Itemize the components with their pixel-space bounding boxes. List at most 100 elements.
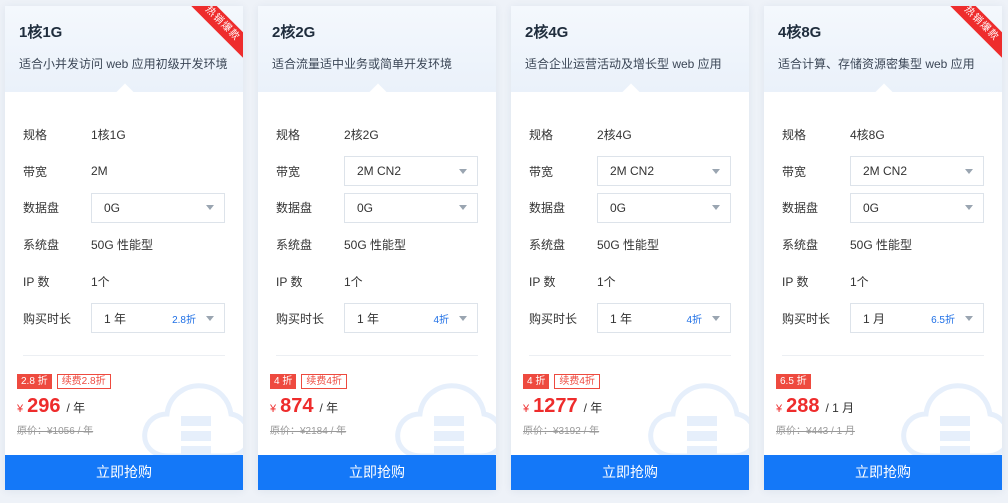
buy-now-button[interactable]: 立即抢购 [258, 455, 496, 490]
ip-label: IP 数 [276, 275, 303, 290]
system-disk-row: 系统盘 50G 性能型 [782, 226, 984, 263]
duration-discount: 6.5折 [931, 314, 955, 326]
data-disk-row: 数据盘 0G [529, 190, 731, 227]
price-unit: / 1 月 [825, 401, 855, 415]
discount-badge: 6.5 折 [776, 374, 811, 389]
ip-label: IP 数 [782, 275, 809, 290]
ip-label: IP 数 [23, 275, 50, 290]
spec-label: 规格 [782, 127, 807, 142]
ip-value: 1个 [91, 275, 110, 290]
spec-row: 规格 2核4G [529, 116, 731, 153]
duration-select[interactable]: 1 月 6.5折 [850, 303, 984, 334]
price-amount: 1277 [533, 395, 578, 417]
duration-label: 购买时长 [23, 311, 72, 326]
bandwidth-select[interactable]: 2M CN2 [344, 156, 478, 187]
bandwidth-value: 2M [91, 164, 108, 179]
price-amount: 296 [27, 395, 61, 417]
chevron-down-icon [712, 315, 720, 321]
ip-row: IP 数 1个 [23, 263, 225, 300]
price-amount: 288 [786, 395, 820, 417]
hot-ribbon: 热销爆款 [944, 6, 1002, 64]
tag-group: 2.8 折 续费2.8折 [17, 374, 111, 389]
currency-symbol: ¥ [17, 403, 24, 415]
currency-symbol: ¥ [776, 403, 783, 415]
duration-value: 1 年 [104, 311, 127, 326]
bandwidth-select[interactable]: 2M CN2 [850, 156, 984, 187]
spec-row: 规格 1核1G [23, 116, 225, 153]
system-disk-label: 系统盘 [529, 238, 566, 253]
card-header: 2核2G 适合流量适中业务或简单开发环境 [258, 6, 496, 101]
divider [529, 355, 731, 356]
data-disk-label: 数据盘 [276, 201, 313, 216]
original-price: 原价：¥3192 / 年 [523, 426, 600, 437]
data-disk-value: 0G [357, 200, 374, 215]
ribbon-label: 热销爆款 [944, 6, 1002, 63]
system-disk-value: 50G 性能型 [91, 238, 154, 253]
spec-row: 规格 4核8G [782, 116, 984, 153]
data-disk-select[interactable]: 0G [597, 192, 731, 223]
system-disk-label: 系统盘 [23, 238, 60, 253]
chevron-down-icon [965, 168, 973, 174]
card-header: 2核4G 适合企业运营活动及增长型 web 应用 [511, 6, 749, 101]
buy-now-button[interactable]: 立即抢购 [5, 455, 243, 490]
data-disk-value: 0G [610, 200, 627, 215]
bandwidth-row: 带宽 2M CN2 [782, 153, 984, 190]
duration-value: 1 年 [610, 311, 633, 326]
renew-badge: 续费4折 [554, 374, 600, 389]
duration-discount: 4折 [686, 314, 702, 326]
tag-group: 6.5 折 [776, 374, 855, 389]
ip-row: IP 数 1个 [276, 263, 478, 300]
duration-label: 购买时长 [529, 311, 578, 326]
ribbon-label: 热销爆款 [185, 6, 243, 63]
data-disk-select[interactable]: 0G [91, 192, 225, 223]
price-amount: 874 [280, 395, 314, 417]
divider [276, 355, 478, 356]
plan-card-1c1g: 1核1G 适合小并发访问 web 应用初级开发环境 热销爆款 规格 1核1G 带宽… [5, 6, 243, 490]
header-notch [116, 83, 134, 101]
spec-value: 2核2G [344, 127, 379, 142]
duration-discount: 2.8折 [172, 314, 196, 326]
data-disk-row: 数据盘 0G [23, 190, 225, 227]
chevron-down-icon [965, 205, 973, 211]
chevron-down-icon [965, 315, 973, 321]
duration-discount: 4折 [433, 314, 449, 326]
discount-badge: 2.8 折 [17, 374, 52, 389]
chevron-down-icon [459, 168, 467, 174]
data-disk-label: 数据盘 [529, 201, 566, 216]
ip-row: IP 数 1个 [782, 263, 984, 300]
duration-select[interactable]: 1 年 4折 [597, 303, 731, 334]
duration-select[interactable]: 1 年 2.8折 [91, 303, 225, 334]
data-disk-select[interactable]: 0G [850, 192, 984, 223]
discount-badge: 4 折 [270, 374, 297, 389]
buy-now-button[interactable]: 立即抢购 [511, 455, 749, 490]
bandwidth-label: 带宽 [529, 164, 554, 179]
spec-value: 4核8G [850, 127, 885, 142]
ip-value: 1个 [850, 275, 869, 290]
buy-now-button[interactable]: 立即抢购 [764, 455, 1002, 490]
spec-list: 规格 1核1G 带宽 2M 数据盘 0G 系统盘 50G 性能型 IP 数 1个 购买时… [23, 116, 225, 337]
original-price: 原价：¥2184 / 年 [270, 426, 347, 437]
price-unit: / 年 [583, 401, 603, 415]
ip-value: 1个 [344, 275, 363, 290]
duration-select[interactable]: 1 年 4折 [344, 303, 478, 334]
price-area: 4 折 续费4折 ¥ 1277 / 年 原价：¥3192 / 年 [523, 374, 602, 437]
bandwidth-row: 带宽 2M CN2 [529, 153, 731, 190]
bandwidth-value: 2M CN2 [863, 164, 908, 179]
hot-ribbon: 热销爆款 [185, 6, 243, 64]
bandwidth-value: 2M CN2 [610, 164, 655, 179]
duration-row: 购买时长 1 年 4折 [276, 300, 478, 337]
ip-value: 1个 [597, 275, 616, 290]
data-disk-select[interactable]: 0G [344, 192, 478, 223]
data-disk-label: 数据盘 [782, 201, 819, 216]
cloud-server-icon [901, 383, 1002, 459]
price-line: ¥ 296 / 年 [17, 395, 111, 418]
chevron-down-icon [712, 205, 720, 211]
card-description: 适合企业运营活动及增长型 web 应用 [525, 57, 722, 71]
duration-label: 购买时长 [782, 311, 831, 326]
chevron-down-icon [459, 205, 467, 211]
spec-label: 规格 [529, 127, 554, 142]
price-area: 2.8 折 续费2.8折 ¥ 296 / 年 原价：¥1056 / 年 [17, 374, 111, 437]
divider [23, 355, 225, 356]
spec-label: 规格 [276, 127, 301, 142]
bandwidth-select[interactable]: 2M CN2 [597, 156, 731, 187]
